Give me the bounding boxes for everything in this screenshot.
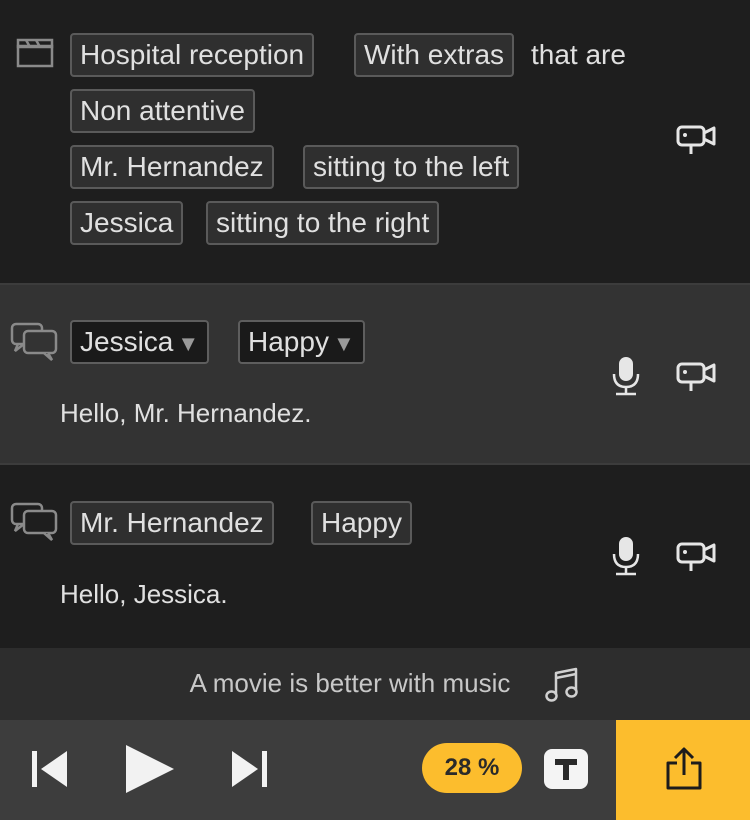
skip-previous-icon[interactable] — [30, 749, 70, 789]
music-prompt-text: A movie is better with music — [189, 668, 511, 698]
scene-block: Hospital reception With extras that are … — [0, 0, 750, 283]
progress-pointer — [464, 710, 486, 720]
dialog-line-1[interactable]: Jessica ▼ Happy ▼ Hello, Mr. Hernandez. — [0, 283, 750, 465]
dialog-text[interactable]: Hello, Jessica. — [60, 579, 228, 610]
play-icon[interactable] — [122, 743, 176, 795]
character-position-tag-left[interactable]: sitting to the left — [303, 145, 520, 189]
emotion-tag[interactable]: Happy — [311, 501, 412, 545]
chevron-down-icon: ▼ — [177, 331, 200, 356]
extras-attitude-tag[interactable]: Non attentive — [70, 89, 255, 133]
dialog-line-2[interactable]: Mr. Hernandez Happy Hello, Jessica. — [0, 465, 750, 648]
extras-tag[interactable]: With extras — [354, 33, 515, 77]
character-position-tag-right[interactable]: sitting to the right — [206, 201, 440, 245]
extras-suffix-text: that are — [531, 39, 626, 70]
microphone-icon[interactable] — [611, 355, 641, 397]
speech-bubbles-icon — [10, 322, 58, 361]
scene-location-tag[interactable]: Hospital reception — [70, 33, 315, 77]
skip-next-icon[interactable] — [229, 749, 269, 789]
camera-icon[interactable] — [676, 541, 716, 573]
music-note-icon[interactable] — [545, 667, 579, 703]
microphone-icon[interactable] — [611, 535, 641, 577]
playback-toolbar: 28 % — [0, 710, 750, 820]
share-icon — [666, 747, 702, 790]
character-select[interactable]: Jessica ▼ — [70, 320, 210, 364]
character-tag[interactable]: Mr. Hernandez — [70, 501, 274, 545]
emotion-select[interactable]: Happy ▼ — [238, 320, 365, 364]
character-tag-hernandez[interactable]: Mr. Hernandez — [70, 145, 274, 189]
clapperboard-icon — [16, 38, 54, 68]
camera-icon[interactable] — [676, 361, 716, 393]
progress-badge[interactable]: 28 % — [422, 743, 522, 793]
character-select-value: Jessica — [80, 326, 174, 357]
share-button[interactable] — [616, 720, 750, 820]
emotion-select-value: Happy — [248, 326, 329, 357]
character-tag-jessica[interactable]: Jessica — [70, 201, 184, 245]
chevron-down-icon: ▼ — [332, 331, 355, 356]
camera-icon[interactable] — [676, 124, 716, 156]
speech-bubbles-icon — [10, 502, 58, 541]
text-title-button[interactable] — [544, 749, 588, 789]
text-title-icon — [555, 759, 577, 780]
music-prompt-bar[interactable]: A movie is better with music — [0, 648, 750, 720]
dialog-text[interactable]: Hello, Mr. Hernandez. — [60, 398, 311, 429]
